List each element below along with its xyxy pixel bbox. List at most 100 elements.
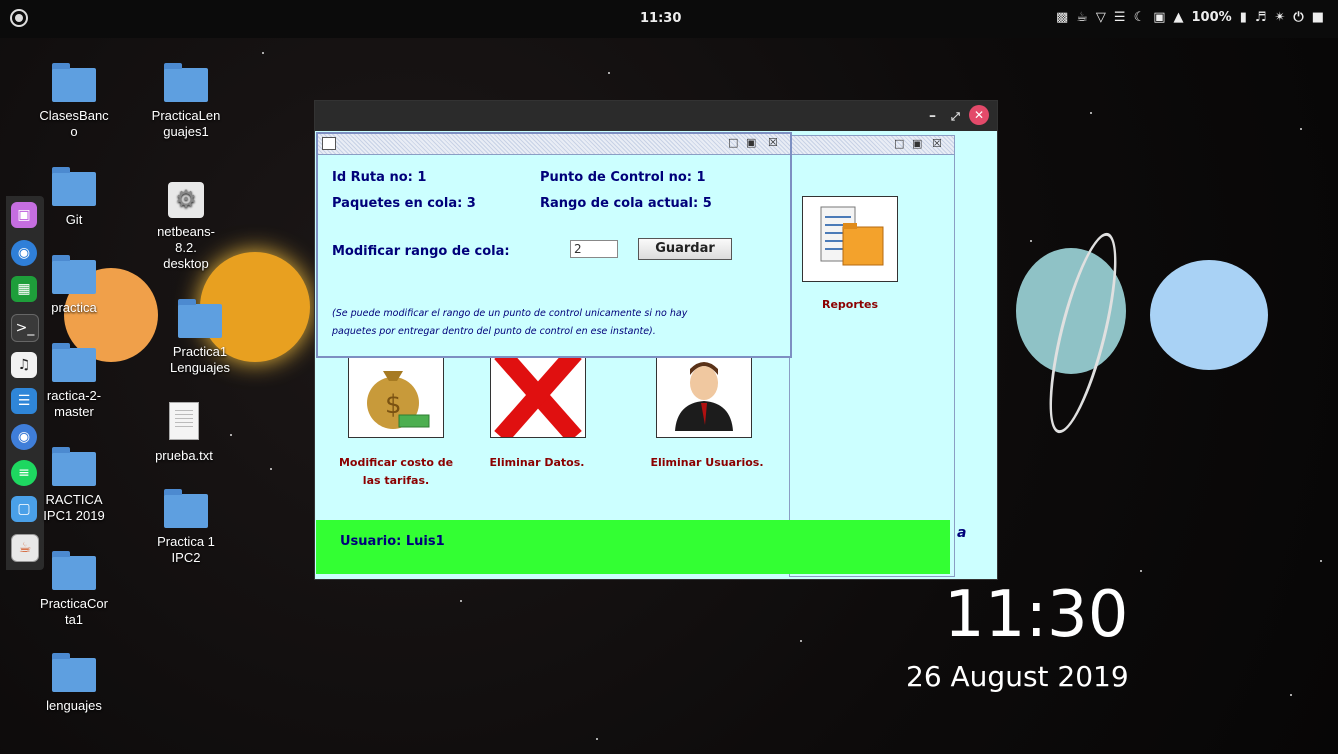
- folder-icon: [52, 551, 96, 590]
- close-icon[interactable]: ☒: [932, 137, 942, 150]
- text-file-icon: [169, 402, 199, 440]
- activities-icon[interactable]: [10, 9, 28, 27]
- desktop-icon-label: Git: [65, 212, 83, 227]
- desktop-icon-practica1lenguajes[interactable]: Practica1 Lenguajes: [152, 299, 248, 376]
- star: [596, 738, 598, 740]
- minimize-icon[interactable]: –: [929, 108, 936, 124]
- chrome-icon[interactable]: ◉: [11, 424, 37, 450]
- money-bag-icon: $: [367, 371, 430, 429]
- desktop-icon-label: practica: [51, 300, 97, 315]
- folder-icon: [52, 63, 96, 102]
- iconify-icon[interactable]: □: [728, 136, 738, 149]
- battery-icon[interactable]: ▮: [1240, 10, 1247, 25]
- night-light-icon[interactable]: ☾: [1134, 10, 1146, 25]
- rango-cola-input[interactable]: 2: [570, 240, 618, 258]
- desktop-clock-time: 11:30: [944, 578, 1129, 652]
- desktop-icon-label: netbeans- 8.2. desktop: [157, 224, 215, 271]
- rango-actual-label: Rango de cola actual: 5: [540, 196, 712, 211]
- desktop-icon-label: ractica-2- master: [46, 388, 102, 419]
- folder-icon: [52, 343, 96, 382]
- punto-control-internal-frame[interactable]: □ ▣ ☒ Id Ruta no: 1 Punto de Control no:…: [316, 132, 792, 358]
- paquetes-cola-label: Paquetes en cola: 3: [332, 196, 476, 211]
- planet-creature-blue: [1150, 260, 1268, 370]
- window-titlebar[interactable]: – ⤢ ✕: [315, 101, 997, 131]
- eliminar-datos-label: Eliminar Datos.: [489, 456, 585, 469]
- star: [460, 600, 462, 602]
- maximize-icon[interactable]: ⤢: [951, 110, 960, 124]
- modificar-costo-line1: Modificar costo de: [338, 456, 454, 469]
- desktop-icon-practica1ipc2[interactable]: Practica 1 IPC2: [138, 489, 234, 566]
- topbar-clock[interactable]: 11:30: [640, 11, 681, 26]
- bluetooth-icon[interactable]: ✴: [1275, 10, 1286, 25]
- frame-menu-icon[interactable]: [322, 137, 336, 150]
- close-icon[interactable]: ☒: [768, 136, 778, 149]
- desktop-icon-clasesbanco[interactable]: ClasesBanc o: [26, 63, 122, 140]
- star: [1300, 128, 1302, 130]
- modificar-rango-label: Modificar rango de cola:: [332, 244, 510, 259]
- star: [1140, 570, 1142, 572]
- battery-percent[interactable]: 100%: [1192, 10, 1232, 25]
- guardar-button[interactable]: Guardar: [638, 238, 732, 260]
- folder-icon: [52, 255, 96, 294]
- maximize-icon[interactable]: ▣: [746, 136, 756, 149]
- clipped-label: a: [957, 525, 967, 541]
- maximize-icon[interactable]: ▣: [912, 137, 922, 150]
- desktop-icon-lenguajes[interactable]: lenguajes: [26, 653, 122, 714]
- volume-icon[interactable]: ♬: [1255, 10, 1267, 25]
- desktop-icon-label: Practica1 Lenguajes: [170, 344, 230, 375]
- close-icon[interactable]: ✕: [969, 105, 989, 125]
- folder-icon: [164, 489, 208, 528]
- system-tray[interactable]: ▩ ☕ ▽ ☰ ☾ ▣ ▲ 100% ▮ ♬ ✴ ⏻ ■: [1056, 10, 1324, 25]
- desktop-icon-label: ClasesBanc o: [39, 108, 109, 139]
- desktop-icon-label: Practica 1 IPC2: [157, 534, 215, 565]
- window-icon[interactable]: ▣: [1153, 10, 1165, 25]
- note-line-2: paquetes por entregar dentro del punto d…: [332, 326, 656, 337]
- desktop-icon-git[interactable]: Git: [26, 167, 122, 228]
- report-folder-icon: [820, 206, 884, 266]
- desktop-clock-date: 26 August 2019: [906, 660, 1129, 693]
- eliminar-datos-button[interactable]: [490, 347, 586, 443]
- folder-icon: [52, 167, 96, 206]
- wifi-icon[interactable]: ▽: [1096, 10, 1106, 25]
- folder-icon: [52, 447, 96, 486]
- desktop-icon-netbeans[interactable]: ⚙ netbeans- 8.2. desktop: [138, 182, 234, 272]
- red-x-icon: [494, 347, 582, 443]
- internal-frame-titlebar[interactable]: □ ▣ ☒: [318, 134, 790, 155]
- folder-icon: [164, 63, 208, 102]
- star: [1090, 112, 1092, 114]
- desktop-icon-label: PracticaLen guajes1: [151, 108, 221, 139]
- reportes-label: Reportes: [821, 298, 879, 311]
- star: [1030, 240, 1032, 242]
- star: [608, 72, 610, 74]
- modificar-costo-button[interactable]: $: [348, 352, 444, 438]
- desktop-icon-practicalenguajes1[interactable]: PracticaLen guajes1: [138, 63, 234, 140]
- internal-frame-titlebar[interactable]: □ ▣ ☒: [790, 136, 954, 155]
- caffeine-icon[interactable]: ☕: [1076, 10, 1088, 25]
- desktop-icon-label: lenguajes: [46, 698, 102, 713]
- eliminar-usuarios-button[interactable]: [656, 352, 752, 438]
- power-icon[interactable]: ⏻: [1293, 10, 1303, 25]
- terminal-icon[interactable]: >_: [11, 314, 39, 342]
- desktop-icon-pruebatxt[interactable]: prueba.txt: [136, 402, 232, 464]
- eliminar-usuarios-label: Eliminar Usuarios.: [650, 456, 764, 469]
- reportes-button[interactable]: [802, 196, 898, 282]
- desktop-icon-practicacorta1[interactable]: PracticaCor ta1: [26, 551, 122, 628]
- folder-icon: [178, 299, 222, 338]
- modificar-costo-line2: las tarifas.: [362, 474, 430, 487]
- show-desktop-icon[interactable]: ■: [1312, 10, 1324, 25]
- desktop-icon-practicaipc12019[interactable]: RACTICA IPC1 2019: [26, 447, 122, 524]
- desktop-icon-practica2master[interactable]: ractica-2- master: [26, 343, 122, 420]
- note-line-1: (Se puede modificar el rango de un punto…: [332, 308, 688, 319]
- menu-icon[interactable]: ☰: [1114, 10, 1126, 25]
- star: [1290, 694, 1292, 696]
- id-ruta-label: Id Ruta no: 1: [332, 170, 427, 185]
- gear-icon: ⚙: [168, 182, 204, 218]
- desktop-icon-label: prueba.txt: [155, 448, 213, 463]
- desktop-icon-label: RACTICA IPC1 2019: [43, 492, 105, 523]
- user-avatar-icon: [675, 362, 733, 431]
- discord-icon[interactable]: ▩: [1056, 10, 1068, 25]
- desktop-icon-practica[interactable]: practica: [26, 255, 122, 316]
- notification-icon[interactable]: ▲: [1174, 10, 1184, 25]
- usuario-label: Usuario: Luis1: [340, 534, 445, 549]
- iconify-icon[interactable]: □: [894, 137, 904, 150]
